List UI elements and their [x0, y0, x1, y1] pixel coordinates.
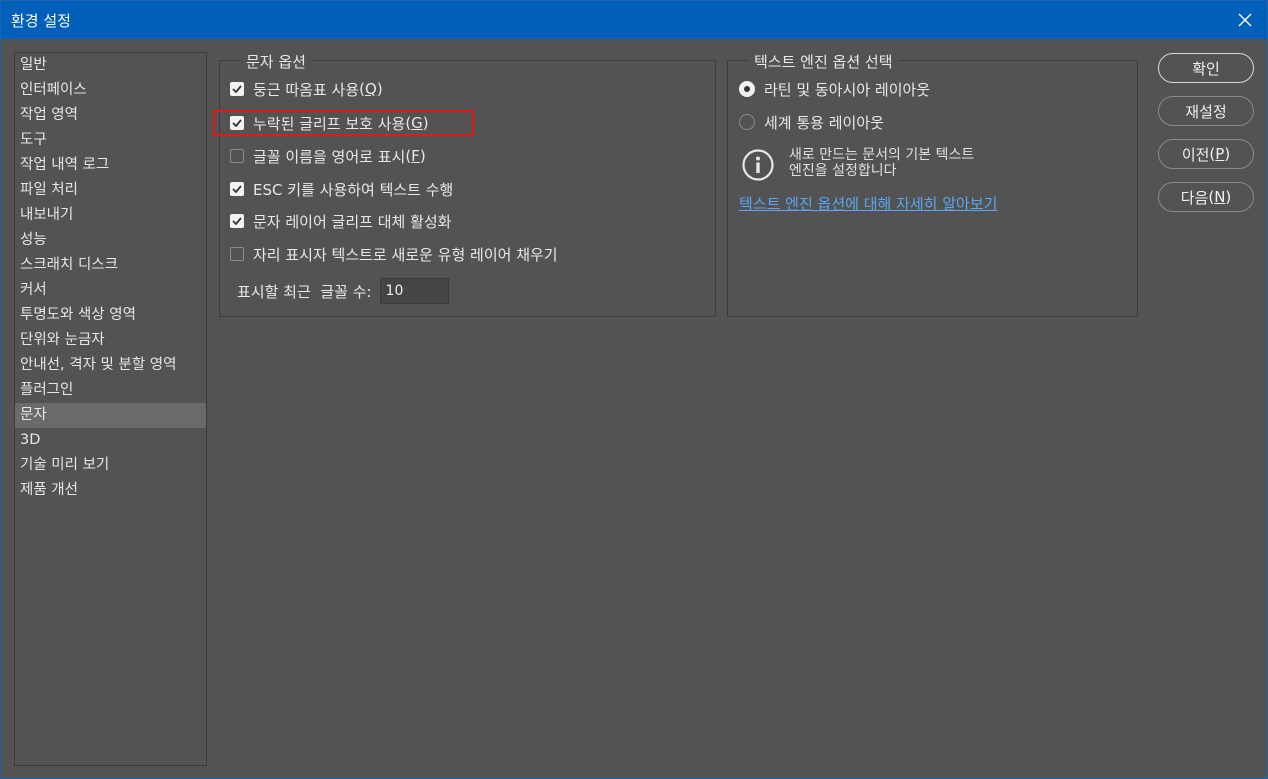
- option-esc-commits-text[interactable]: ESC 키를 사용하여 텍스트 수행: [230, 178, 453, 200]
- engine-info-line-1: 새로 만드는 문서의 기본 텍스트: [789, 147, 975, 163]
- next-button[interactable]: 다음(N): [1158, 182, 1254, 212]
- sidebar-item-type[interactable]: 문자: [15, 403, 206, 428]
- close-button[interactable]: [1223, 1, 1267, 39]
- sidebar-item-tools[interactable]: 도구: [15, 128, 206, 153]
- sidebar-item-export[interactable]: 내보내기: [15, 203, 206, 228]
- type-options-legend: 문자 옵션: [240, 51, 312, 72]
- checkbox-placeholder-text[interactable]: [230, 247, 244, 261]
- title-bar: 환경 설정: [1, 1, 1267, 39]
- sidebar-item-units-rulers[interactable]: 단위와 눈금자: [15, 328, 206, 353]
- sidebar-item-cursors[interactable]: 커서: [15, 278, 206, 303]
- checkbox-glyph-alternates[interactable]: [230, 214, 244, 228]
- radio-label: 라틴 및 동아시아 레이아웃: [764, 80, 931, 99]
- sidebar-item-3d[interactable]: 3D: [15, 428, 206, 453]
- radio-button-world-ready[interactable]: [739, 114, 755, 130]
- sidebar-item-performance[interactable]: 성능: [15, 228, 206, 253]
- window-title: 환경 설정: [11, 12, 71, 30]
- sidebar-item-scratch-disks[interactable]: 스크래치 디스크: [15, 253, 206, 278]
- option-shortcut: Q: [365, 80, 377, 98]
- sidebar-item-guides-grid-slices[interactable]: 안내선, 격자 및 분할 영역: [15, 353, 206, 378]
- reset-button-label: 재설정: [1185, 102, 1227, 121]
- prev-button[interactable]: 이전(P): [1158, 139, 1254, 169]
- sidebar-item-file-handling[interactable]: 파일 처리: [15, 178, 206, 203]
- sidebar-item-history-log[interactable]: 작업 내역 로그: [15, 153, 206, 178]
- learn-more-link[interactable]: 텍스트 엔진 옵션에 대해 자세히 알아보기: [739, 193, 997, 214]
- option-label: 문자 레이어 글리프 대체 활성화: [253, 212, 452, 231]
- ok-button-label: 확인: [1192, 59, 1220, 78]
- option-placeholder-text[interactable]: 자리 표시자 텍스트로 새로운 유형 레이어 채우기: [230, 243, 558, 265]
- prev-button-shortcut: P: [1215, 145, 1225, 163]
- sidebar-item-plugins[interactable]: 플러그인: [15, 378, 206, 403]
- option-label: 자리 표시자 텍스트로 새로운 유형 레이어 채우기: [253, 245, 558, 264]
- prev-button-label: 이전: [1181, 145, 1210, 164]
- radio-button-latin-east-asian[interactable]: [739, 81, 755, 97]
- next-button-label: 다음: [1180, 188, 1209, 207]
- preferences-dialog: 환경 설정 일반 인터페이스 작업 영역 도구 작업 내역 로그 파일 처리 내…: [0, 0, 1268, 779]
- checkbox-english-font-names[interactable]: [230, 149, 244, 163]
- highlight-annotation: [213, 110, 474, 136]
- engine-info-text: 새로 만드는 문서의 기본 텍스트 엔진을 설정합니다: [789, 147, 1089, 179]
- radio-world-ready[interactable]: 세계 통용 레이아웃: [739, 111, 884, 133]
- reset-button[interactable]: 재설정: [1158, 96, 1254, 126]
- recent-fonts-input[interactable]: [379, 278, 449, 304]
- close-icon: [1238, 13, 1252, 27]
- sidebar-item-general[interactable]: 일반: [15, 53, 206, 78]
- checkmark-icon: [232, 217, 242, 225]
- next-button-shortcut: N: [1214, 188, 1226, 206]
- option-label: 둥근 따옴표 사용: [253, 80, 360, 99]
- sidebar-item-product-improvement[interactable]: 제품 개선: [15, 478, 206, 503]
- option-english-font-names[interactable]: 글꼴 이름을 영어로 표시(F): [230, 145, 426, 167]
- option-glyph-alternates[interactable]: 문자 레이어 글리프 대체 활성화: [230, 210, 451, 232]
- radio-latin-east-asian[interactable]: 라틴 및 동아시아 레이아웃: [739, 78, 930, 100]
- sidebar-item-interface[interactable]: 인터페이스: [15, 78, 206, 103]
- ok-button[interactable]: 확인: [1158, 53, 1254, 83]
- sidebar-item-technology-previews[interactable]: 기술 미리 보기: [15, 453, 206, 478]
- recent-fonts-row: 표시할 최근 글꼴 수:: [237, 278, 449, 304]
- option-label: ESC 키를 사용하여 텍스트 수행: [253, 180, 454, 199]
- text-engine-legend: 텍스트 엔진 옵션 선택: [748, 51, 899, 72]
- radio-label: 세계 통용 레이아웃: [764, 113, 884, 132]
- category-sidebar: 일반 인터페이스 작업 영역 도구 작업 내역 로그 파일 처리 내보내기 성능…: [14, 52, 207, 766]
- option-shortcut: F: [411, 147, 420, 165]
- info-icon: [742, 149, 774, 181]
- checkbox-esc-commits-text[interactable]: [230, 182, 244, 196]
- sidebar-item-transparency-gamut[interactable]: 투명도와 색상 영역: [15, 303, 206, 328]
- checkmark-icon: [232, 85, 242, 93]
- recent-fonts-label: 표시할 최근 글꼴 수:: [237, 282, 372, 301]
- option-label: 글꼴 이름을 영어로 표시: [253, 147, 406, 166]
- sidebar-item-workspace[interactable]: 작업 영역: [15, 103, 206, 128]
- engine-info-line-2: 엔진을 설정합니다: [789, 163, 897, 179]
- checkmark-icon: [232, 185, 242, 193]
- option-smart-quotes[interactable]: 둥근 따옴표 사용(Q): [230, 78, 383, 100]
- checkbox-smart-quotes[interactable]: [230, 82, 244, 96]
